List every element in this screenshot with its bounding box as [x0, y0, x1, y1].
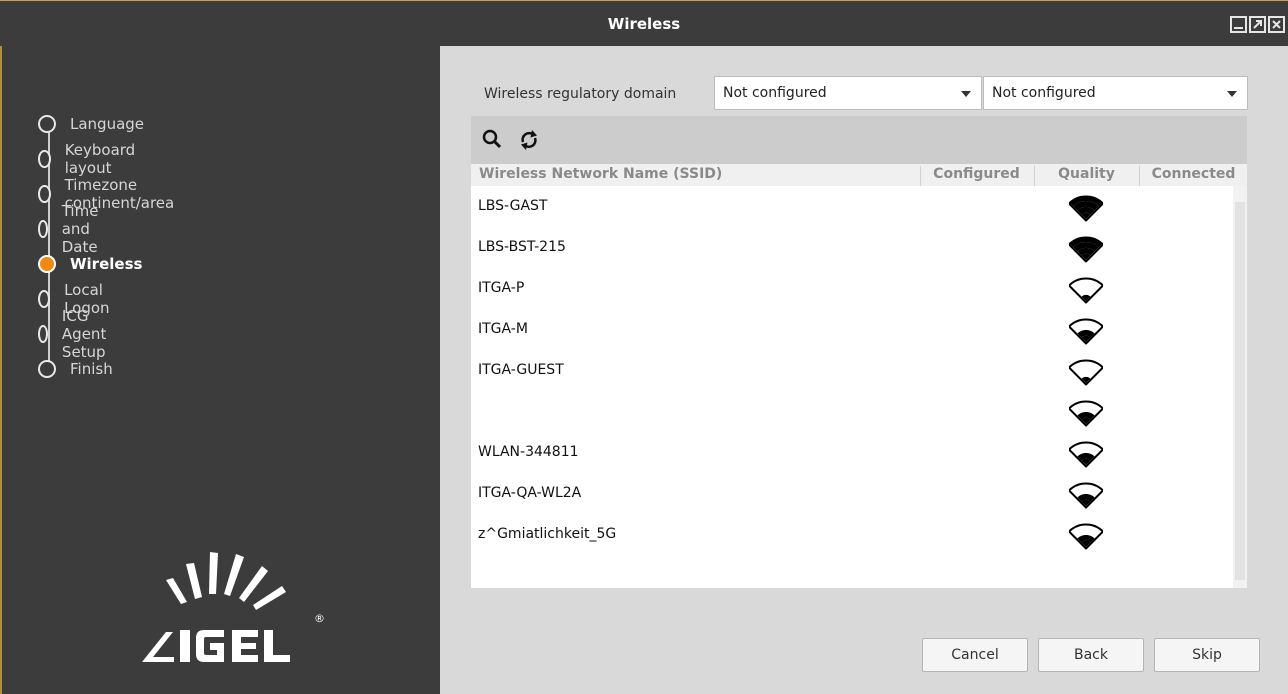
- table-row[interactable]: WLAN-344811: [471, 432, 1233, 473]
- step-2: Timezone continent/area: [38, 176, 180, 212]
- networks-table: Wireless Network Name (SSID) Configured …: [471, 164, 1247, 588]
- skip-button[interactable]: Skip: [1154, 638, 1260, 672]
- step-4: Wireless: [38, 252, 142, 276]
- main-panel: Wireless regulatory domain Not configure…: [440, 46, 1288, 694]
- regulatory-domain-label: Wireless regulatory domain: [484, 86, 677, 102]
- regulatory-domain-select[interactable]: Not configured: [714, 76, 982, 110]
- step-dot-icon: [38, 115, 56, 133]
- ssid-cell: ITGA-P: [478, 280, 525, 296]
- step-dot-icon: [38, 185, 51, 203]
- ssid-cell: ITGA-QA-WL2A: [478, 485, 582, 501]
- step-active-dot-icon: [38, 255, 56, 273]
- table-header: Wireless Network Name (SSID) Configured …: [471, 164, 1247, 186]
- ssid-cell: LBS-BST-215: [478, 239, 566, 255]
- wifi-signal-icon: [1068, 233, 1104, 263]
- wifi-signal-icon: [1068, 315, 1104, 345]
- ssid-cell: z^Gmiatlichkeit_5G: [478, 526, 617, 542]
- chevron-down-icon: [1227, 91, 1237, 97]
- step-dot-icon: [38, 150, 51, 168]
- window-edge: [0, 0, 2, 694]
- regulatory-country-value: Not configured: [992, 85, 1096, 101]
- network-toolbar: [471, 116, 1247, 164]
- table-row[interactable]: [471, 391, 1233, 432]
- column-ssid[interactable]: Wireless Network Name (SSID): [479, 166, 919, 186]
- wifi-signal-icon: [1068, 520, 1104, 550]
- ssid-cell: ITGA-M: [478, 321, 528, 337]
- step-6: ICG Agent Setup: [38, 307, 114, 361]
- igel-logo: ®: [140, 542, 330, 672]
- regulatory-domain-value: Not configured: [723, 85, 827, 101]
- table-row[interactable]: LBS-BST-215: [471, 227, 1233, 268]
- wifi-signal-icon: [1068, 356, 1104, 386]
- ssid-cell: LBS-GAST: [478, 198, 548, 214]
- title-bar: Wireless: [0, 0, 1288, 46]
- ssid-cell: ITGA-GUEST: [478, 362, 564, 378]
- step-dot-icon: [38, 220, 48, 238]
- step-0: Language: [38, 112, 144, 136]
- table-row[interactable]: LBS-GAST: [471, 186, 1233, 227]
- refresh-icon[interactable]: [517, 128, 541, 152]
- step-label: ICG Agent Setup: [61, 307, 107, 361]
- step-label: Finish: [70, 360, 113, 378]
- wifi-signal-icon: [1068, 438, 1104, 468]
- svg-text:®: ®: [314, 612, 325, 625]
- step-dot-icon: [38, 325, 48, 343]
- step-dot-icon: [38, 360, 56, 378]
- search-icon[interactable]: [481, 128, 505, 152]
- ssid-cell: WLAN-344811: [478, 444, 579, 460]
- wifi-signal-icon: [1068, 397, 1104, 427]
- column-quality[interactable]: Quality: [1034, 166, 1138, 186]
- step-label: Language: [70, 115, 145, 133]
- step-dot-icon: [38, 290, 51, 308]
- step-3: Time and Date: [38, 202, 107, 256]
- regulatory-country-select[interactable]: Not configured: [983, 76, 1248, 110]
- table-scrollbar[interactable]: [1233, 186, 1247, 588]
- window-title: Wireless: [607, 15, 681, 33]
- table-row[interactable]: ITGA-P: [471, 268, 1233, 309]
- back-button[interactable]: Back: [1038, 638, 1144, 672]
- close-icon[interactable]: [1268, 16, 1285, 33]
- wifi-signal-icon: [1068, 192, 1104, 222]
- table-row[interactable]: ITGA-M: [471, 309, 1233, 350]
- step-1: Keyboard layout: [38, 141, 141, 177]
- table-row[interactable]: z^Gmiatlichkeit_5G: [471, 514, 1233, 555]
- column-connected[interactable]: Connected: [1139, 166, 1247, 186]
- step-label: Keyboard layout: [64, 141, 136, 177]
- step-7: Finish: [38, 357, 113, 381]
- table-row[interactable]: ITGA-GUEST: [471, 350, 1233, 391]
- minimize-icon[interactable]: [1230, 16, 1247, 33]
- chevron-down-icon: [961, 91, 971, 97]
- step-label: Wireless: [70, 255, 143, 273]
- step-label: Time and Date: [61, 202, 99, 256]
- scrollbar-thumb[interactable]: [1235, 202, 1245, 580]
- wifi-signal-icon: [1068, 479, 1104, 509]
- cancel-button[interactable]: Cancel: [922, 638, 1028, 672]
- wifi-signal-icon: [1068, 274, 1104, 304]
- column-configured[interactable]: Configured: [920, 166, 1032, 186]
- table-row[interactable]: ITGA-QA-WL2A: [471, 473, 1233, 514]
- maximize-icon[interactable]: [1249, 16, 1266, 33]
